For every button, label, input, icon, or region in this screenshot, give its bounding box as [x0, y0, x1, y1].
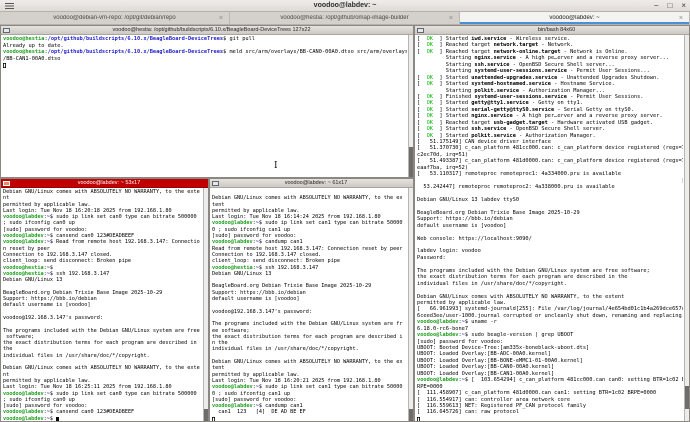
terminal-title: bin/bash 84x60 [424, 27, 689, 33]
scrollbar-thumb[interactable] [409, 147, 413, 177]
maximize-button[interactable]: □ [667, 0, 672, 12]
scrollbar[interactable] [408, 35, 413, 177]
terminal-line: Debian GNU/Linux comes with ABSOLUTELY N… [212, 195, 407, 201]
terminal-window-serial-console[interactable]: bin/bash 84x60 [ OK ] Started iwd.servic… [414, 25, 690, 422]
window-controls: − □ × [654, 0, 686, 12]
close-button[interactable]: × [681, 0, 686, 12]
terminal-icon [417, 28, 424, 33]
terminal-line: Debian GNU/Linux comes with ABSOLUTELY N… [212, 359, 407, 365]
terminal-title: voodoo@labdev: ~ 53x17 [10, 180, 208, 186]
terminal-line: voodoo@labdev:~$ [3, 416, 202, 421]
terminal-line: the exact distribution terms for each pr… [3, 340, 202, 346]
minimize-button[interactable]: − [654, 0, 659, 12]
terminal-titlebar[interactable]: voodoo@labdev: ~ 61x17 [210, 179, 413, 188]
tab-debian-vm-repo[interactable]: voodoo@debian-vm-repo: /opt/git/debian/r… [0, 12, 230, 24]
scrollbar[interactable] [203, 188, 208, 421]
tab-close-icon[interactable]: × [219, 15, 223, 22]
scrollbar-thumb[interactable] [685, 386, 689, 409]
terminal-line [212, 416, 407, 421]
terminal-content: voodoo@hestia:/opt/github/buildscripts/6… [1, 35, 413, 177]
terminal-line [3, 62, 407, 69]
terminal-titlebar[interactable]: voodoo@labdev: ~ 53x17 [1, 179, 208, 188]
window-title: voodoo@labdev: ~ [0, 2, 690, 9]
terminal-icon [212, 181, 219, 186]
terminal-line [417, 416, 683, 421]
scrollbar-thumb[interactable] [204, 409, 208, 421]
tab-labdev[interactable]: voodoo@labdev: ~ × [460, 12, 690, 24]
tab-close-icon[interactable]: × [449, 15, 453, 22]
terminal-window-hestia-devicetrees[interactable]: voodoo@hestia: /opt/github/buildscripts/… [0, 25, 414, 178]
desktop: voodoo@hestia: /opt/github/buildscripts/… [0, 25, 690, 422]
terminal-content: [ OK ] Started iwd.service - Wireless se… [415, 35, 689, 421]
window-titlebar: voodoo@labdev: ~ − □ × [0, 0, 690, 12]
terminal-icon [3, 28, 10, 33]
terminal-line: the exact distribution terms for each pr… [212, 334, 407, 340]
terminal-window-labdev-can1[interactable]: voodoo@labdev: ~ 61x17 Debian GNU/Linux … [209, 178, 414, 422]
terminal-title: voodoo@labdev: ~ 61x17 [219, 180, 413, 186]
terminal-content: Debian GNU/Linux comes with ABSOLUTELY N… [1, 188, 208, 421]
terminal-titlebar[interactable]: bin/bash 84x60 [415, 26, 689, 35]
terminal-line: voodoo@labdev:~$ [ 103.654294] c_can_pla… [417, 377, 683, 383]
terminal-icon [3, 181, 10, 186]
scrollbar-thumb[interactable] [409, 409, 413, 421]
scrollbar[interactable] [684, 35, 689, 421]
terminal-line: Debian GNU/Linux comes with ABSOLUTELY N… [3, 189, 202, 195]
scrollbar[interactable] [408, 188, 413, 421]
terminal-line: Debian GNU/Linux comes with ABSOLUTELY N… [3, 365, 202, 371]
desktop-screen: voodoo@labdev: ~ − □ × voodoo@debian-vm-… [0, 0, 690, 422]
terminal-content: Debian GNU/Linux comes with ABSOLUTELY N… [210, 188, 413, 421]
menu-icon[interactable] [5, 3, 14, 9]
terminal-window-labdev-can0[interactable]: voodoo@labdev: ~ 53x17 Debian GNU/Linux … [0, 178, 209, 422]
tab-close-icon[interactable]: × [679, 15, 683, 22]
tab-bar: voodoo@debian-vm-repo: /opt/git/debian/r… [0, 12, 690, 25]
terminal-title: voodoo@hestia: /opt/github/buildscripts/… [10, 27, 413, 33]
terminal-line: voodoo@hestia:/opt/github/buildscripts/6… [3, 49, 407, 56]
tab-hestia-omap-image-builder[interactable]: voodoo@hestia: /opt/github/omap-image-bu… [230, 12, 460, 24]
terminal-titlebar[interactable]: voodoo@hestia: /opt/github/buildscripts/… [1, 26, 413, 35]
